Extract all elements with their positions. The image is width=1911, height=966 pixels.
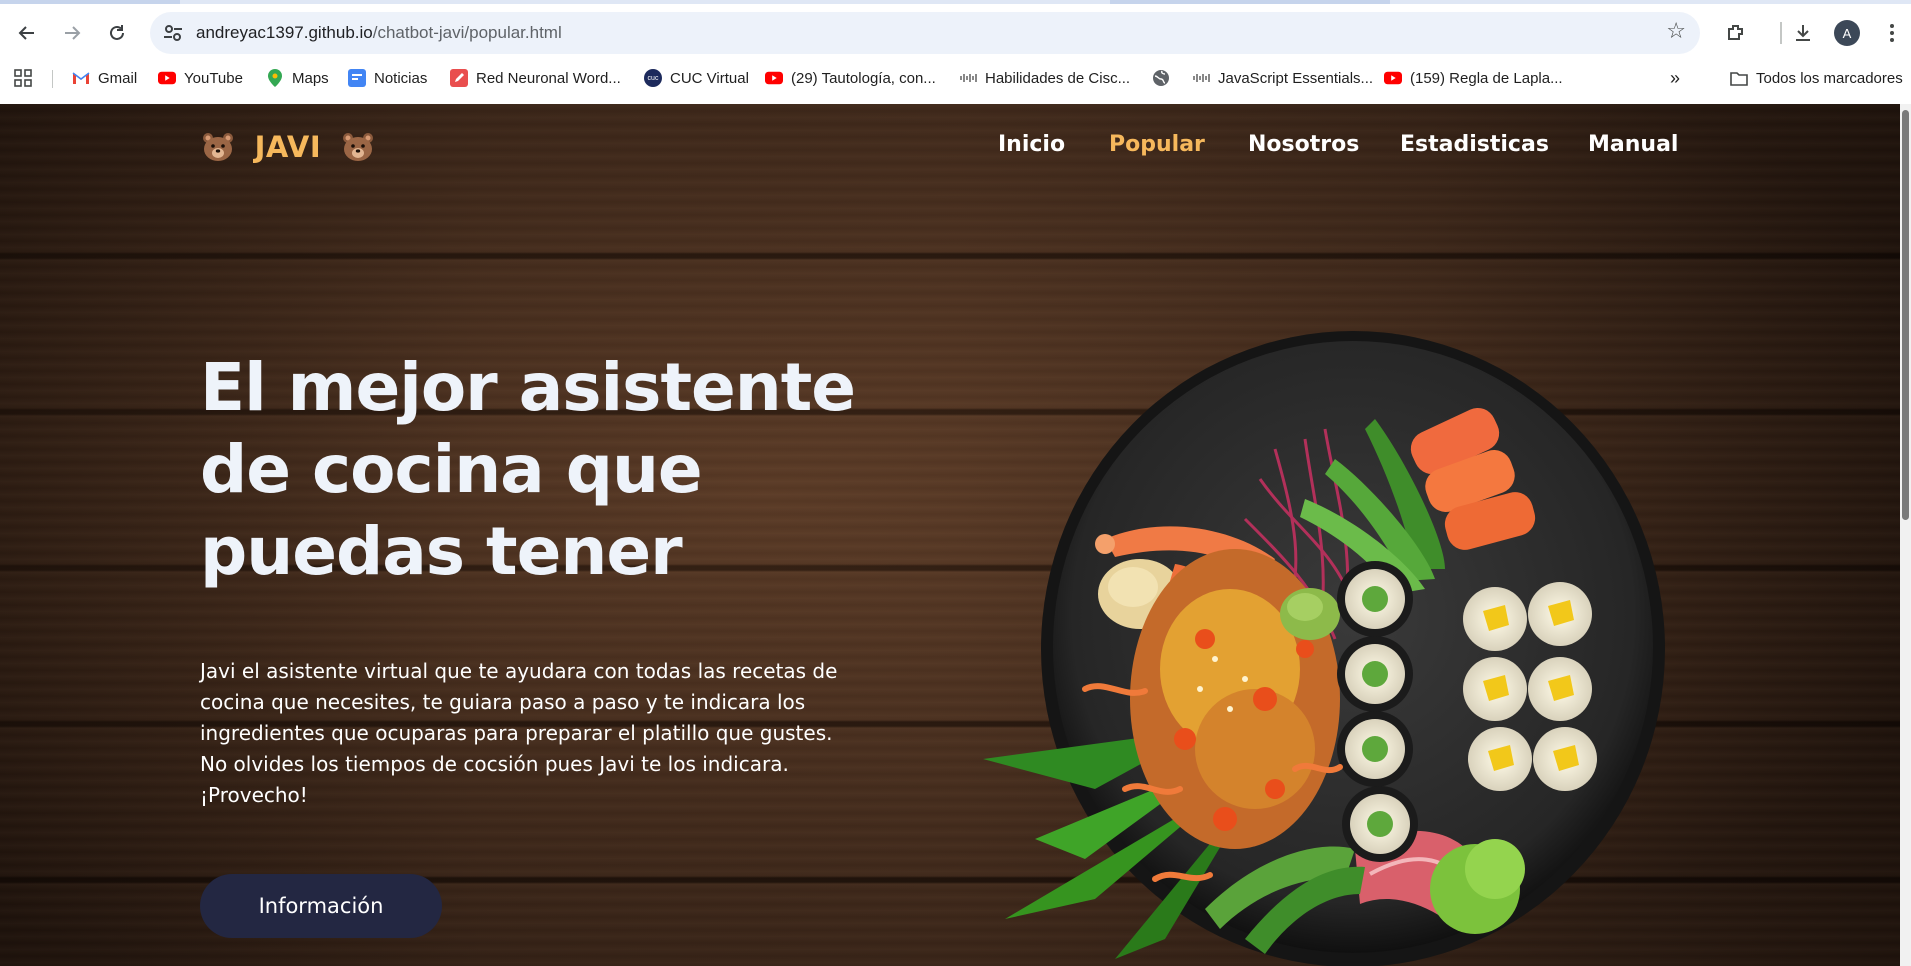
more-bookmarks-icon[interactable]: » [1670, 66, 1680, 90]
bookmark-label: Todos los marcadores [1756, 69, 1903, 87]
download-icon[interactable] [1789, 19, 1817, 47]
sushi-plate-image [975, 319, 1675, 966]
cisco-icon [959, 69, 977, 87]
hero-description-line: cocina que necesites, te guiara paso a p… [200, 690, 806, 714]
cuc-icon: cuc [644, 69, 662, 87]
bookmark-red-neuronal[interactable]: Red Neuronal Word... [450, 66, 621, 90]
bookmark-label: Habilidades de Cisc... [985, 69, 1131, 87]
bookmark-tautologia[interactable]: (29) Tautología, con... [765, 66, 936, 90]
apps-grid-icon[interactable] [14, 66, 32, 90]
youtube-icon [765, 69, 783, 87]
bookmark-regla-laplace[interactable]: (159) Regla de Lapla... [1384, 66, 1563, 90]
bookmark-star-icon[interactable]: ☆ [1666, 19, 1686, 44]
back-icon[interactable] [12, 18, 42, 48]
bookmark-maps[interactable]: Maps [266, 66, 329, 90]
hero-description-line: ingredientes que ocuparas para preparar … [200, 721, 833, 745]
extensions-icon[interactable] [1722, 19, 1750, 47]
page-content: JAVI Inicio Popular Nosotros Estadistica… [0, 104, 1911, 966]
bookmarks-divider [52, 70, 53, 88]
nav-manual[interactable]: Manual [1588, 132, 1678, 157]
bookmark-javascript-essentials[interactable]: JavaScript Essentials... [1192, 66, 1373, 90]
bookmark-label: Gmail [98, 69, 138, 87]
pen-icon [450, 69, 468, 87]
address-bar[interactable]: andreyac1397.github.io/chatbot-javi/popu… [150, 12, 1700, 54]
hero-description-line: Javi el asistente virtual que te ayudara… [200, 659, 838, 683]
bookmark-habilidades-cisco[interactable]: Habilidades de Cisc... [959, 66, 1130, 90]
site-info-icon[interactable] [162, 22, 184, 44]
nav-popular[interactable]: Popular [1109, 132, 1205, 157]
bookmark-label: Red Neuronal Word... [476, 69, 621, 87]
all-bookmarks-folder[interactable]: Todos los marcadores [1730, 66, 1903, 90]
news-icon [348, 69, 366, 87]
hero-title-line: de cocina que [200, 431, 703, 508]
info-button[interactable]: Información [200, 874, 442, 938]
youtube-icon [158, 69, 176, 87]
folder-icon [1730, 69, 1748, 87]
bookmark-youtube[interactable]: YouTube [158, 66, 243, 90]
bookmark-label: Maps [292, 69, 329, 87]
url-host: andreyac1397.github.io [196, 23, 373, 42]
bookmark-noticias[interactable]: Noticias [348, 66, 427, 90]
globe-icon [1152, 69, 1170, 87]
tab-strip-edge [0, 0, 1911, 4]
cisco-icon [1192, 69, 1210, 87]
hero-description-line: ¡Provecho! [200, 783, 308, 807]
bookmark-label: Noticias [374, 69, 428, 87]
hero-title: El mejor asistente de cocina que puedas … [200, 347, 920, 593]
forward-icon[interactable] [57, 18, 87, 48]
kebab-menu-icon[interactable] [1878, 19, 1906, 47]
scrollbar-thumb[interactable] [1902, 110, 1909, 520]
bookmark-label: YouTube [184, 69, 243, 87]
maps-icon [266, 69, 284, 87]
gmail-icon [72, 69, 90, 87]
reload-icon[interactable] [102, 18, 132, 48]
browser-toolbar: andreyac1397.github.io/chatbot-javi/popu… [0, 8, 1911, 58]
url-text[interactable]: andreyac1397.github.io/chatbot-javi/popu… [196, 23, 562, 43]
url-path: /chatbot-javi/popular.html [372, 23, 562, 42]
bookmark-label: JavaScript Essentials... [1218, 69, 1374, 87]
bookmark-label: (159) Regla de Lapla... [1410, 69, 1563, 87]
youtube-icon [1384, 69, 1402, 87]
nav-estadisticas[interactable]: Estadisticas [1400, 132, 1549, 157]
main-nav: Inicio Popular Nosotros Estadisticas Man… [0, 132, 1911, 172]
bookmark-gmail[interactable]: Gmail [72, 66, 137, 90]
hero-title-line: puedas tener [200, 513, 683, 590]
toolbar-divider [1780, 22, 1782, 44]
hero-description-line: No olvides los tiempos de cocsión pues J… [200, 752, 789, 776]
hero-description: Javi el asistente virtual que te ayudara… [200, 656, 900, 811]
profile-avatar[interactable]: A [1834, 20, 1860, 46]
page-scrollbar[interactable] [1900, 104, 1911, 966]
bookmark-globe[interactable] [1152, 66, 1178, 90]
bookmark-cuc-virtual[interactable]: cuc CUC Virtual [644, 66, 749, 90]
bookmarks-bar: Gmail YouTube Maps Noticias Red Neuronal… [0, 62, 1911, 94]
hero-title-line: El mejor asistente [200, 349, 856, 426]
browser-chrome: andreyac1397.github.io/chatbot-javi/popu… [0, 0, 1911, 104]
nav-inicio[interactable]: Inicio [998, 132, 1065, 157]
nav-nosotros[interactable]: Nosotros [1248, 132, 1359, 157]
bookmark-label: (29) Tautología, con... [791, 69, 936, 87]
bookmark-label: CUC Virtual [670, 69, 749, 87]
